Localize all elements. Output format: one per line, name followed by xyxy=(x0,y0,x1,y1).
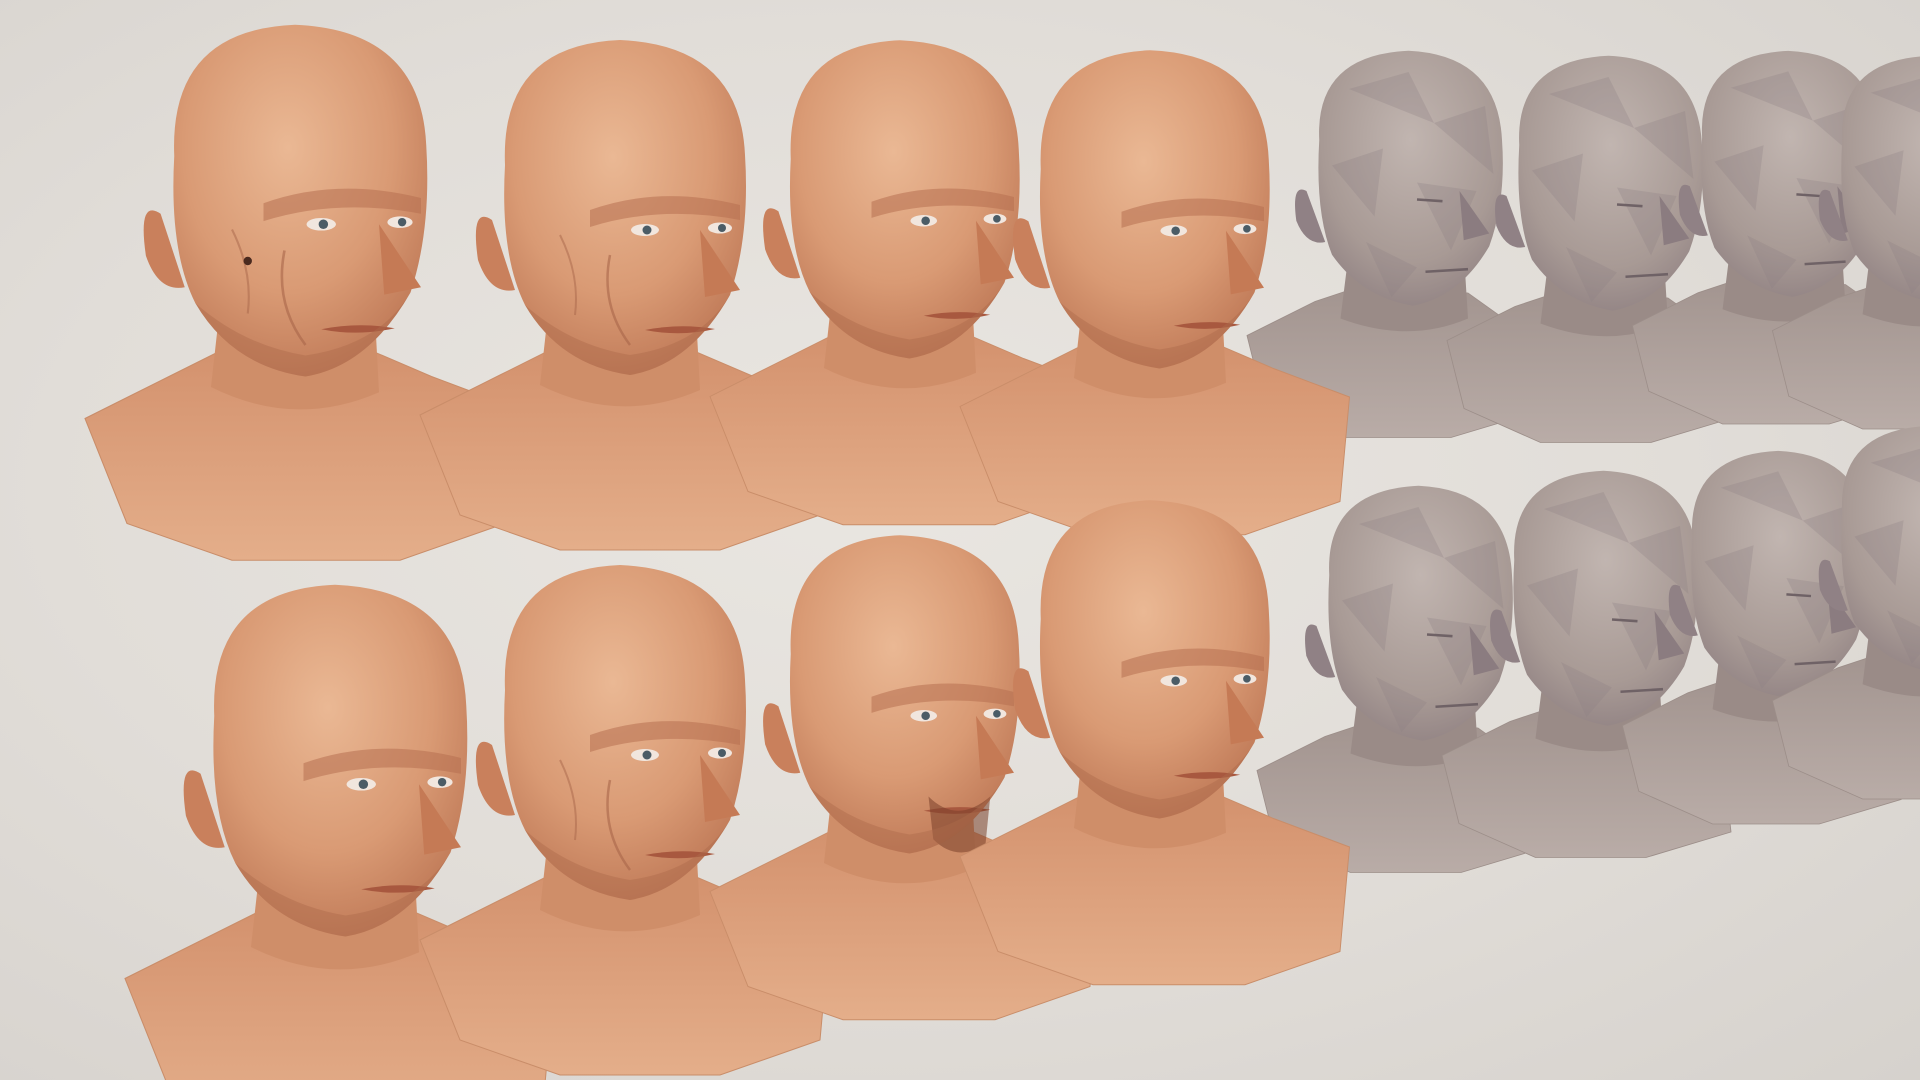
textured-head xyxy=(419,565,831,1076)
textured-head xyxy=(959,500,1351,986)
heads-illustration xyxy=(84,24,1920,1080)
mole-mark xyxy=(243,256,252,266)
render-scene xyxy=(0,0,1920,1080)
textured-head xyxy=(959,50,1351,536)
